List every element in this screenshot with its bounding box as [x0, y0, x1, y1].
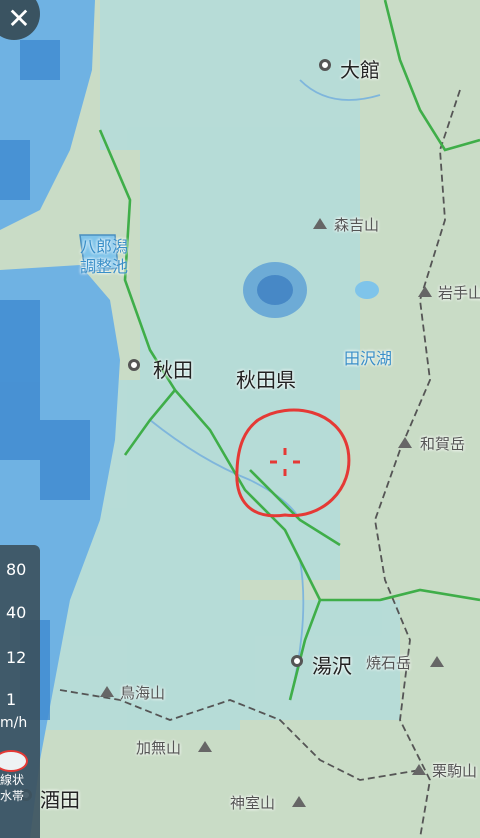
- water-hachirogata-2: 調整池: [80, 257, 129, 276]
- tazawako-lake: [355, 281, 379, 299]
- legend-value-12: 12: [6, 648, 27, 667]
- place-odate[interactable]: 大館: [340, 54, 380, 83]
- peak-icon-waga: [398, 437, 412, 448]
- map-canvas[interactable]: [0, 0, 480, 838]
- peak-icon-yakeishi: [430, 656, 444, 667]
- peak-moriyoshi: 森吉山: [334, 216, 380, 234]
- akita-dot: [128, 359, 140, 371]
- place-akita-pref: 秋田県: [236, 368, 296, 392]
- peak-icon-moriyoshi: [313, 218, 327, 229]
- water-tazawako: 田沢湖: [344, 349, 393, 368]
- legend-value-80: 80: [6, 560, 27, 579]
- peak-kamuro-1: 加無山: [136, 739, 182, 757]
- place-akita[interactable]: 秋田: [153, 354, 193, 383]
- linear-band-icon: [0, 750, 28, 772]
- legend-value-1: 1: [6, 690, 17, 709]
- peak-icon-kurikoma: [412, 764, 426, 775]
- peak-kamuro-2: 神室山: [230, 794, 276, 812]
- close-icon: ✕: [7, 2, 31, 35]
- rain-legend: 80 40 12 1 m/h 線状 水帯: [0, 545, 40, 838]
- peak-icon-iwate: [418, 286, 432, 297]
- peak-iwate: 岩手山: [438, 284, 480, 302]
- peak-icon-chokai: [100, 686, 114, 697]
- peak-waga: 和賀岳: [420, 435, 466, 453]
- legend-band-label-1: 線状: [0, 773, 25, 787]
- yuzawa-dot: [291, 655, 303, 667]
- legend-band-label-2: 水帯: [0, 789, 25, 803]
- place-sakata[interactable]: 酒田: [40, 784, 80, 813]
- peak-kurikoma: 栗駒山: [432, 762, 478, 780]
- peak-icon-kamuro-1: [198, 741, 212, 752]
- peak-icon-kamuro-2: [292, 796, 306, 807]
- peak-chokai: 鳥海山: [120, 684, 166, 702]
- legend-unit: m/h: [0, 715, 28, 731]
- odate-dot: [319, 59, 331, 71]
- peak-yakeishi: 焼石岳: [366, 654, 412, 672]
- legend-value-40: 40: [6, 603, 27, 622]
- place-yuzawa[interactable]: 湯沢: [312, 650, 352, 679]
